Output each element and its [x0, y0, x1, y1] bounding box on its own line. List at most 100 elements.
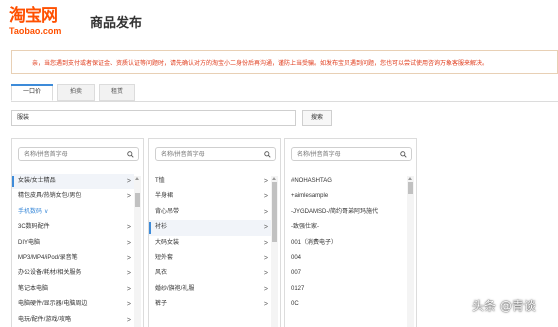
list-item-label: MP3/MP4/iPod/录音笔	[18, 254, 78, 261]
list-item-label: 0127	[291, 285, 305, 292]
search-icon	[127, 151, 134, 158]
list-item-label: DIY电脑	[18, 239, 41, 246]
list-item[interactable]: #NOHASHTAG	[285, 174, 407, 189]
tab-fixed-price[interactable]: 一口价	[11, 84, 53, 101]
list-item[interactable]: 001（消费电子）	[285, 236, 407, 251]
list-item[interactable]: -JYGDAMSD-/简约哥弟阿玛施代	[285, 205, 407, 220]
category-search-input[interactable]: 服装	[11, 110, 296, 126]
list-item-label: 电玩/配件/游戏/攻略	[18, 316, 72, 323]
list-item[interactable]: DIY电脑 >	[12, 236, 134, 251]
filter-input[interactable]	[297, 149, 397, 160]
list-item-label: 裤子	[155, 301, 168, 308]
chevron-right-icon: >	[126, 270, 131, 278]
chevron-right-icon: >	[126, 193, 131, 201]
list-item[interactable]: 004	[285, 251, 407, 266]
list-item[interactable]: -致强仕家-	[285, 220, 407, 235]
chevron-right-icon: >	[126, 254, 131, 262]
scroll-up-icon[interactable]	[408, 177, 412, 180]
list-item[interactable]: 大码女装 >	[149, 236, 271, 251]
list-item-label: 电脑硬件/显示器/电脑周边	[18, 301, 88, 308]
list-item-label: 001（消费电子）	[291, 239, 338, 246]
filter-box[interactable]	[291, 147, 412, 161]
list-item[interactable]: T恤 >	[149, 174, 271, 189]
list-item-label: 0C	[291, 301, 299, 308]
list-item-label: 精包皮具/热销女包/男包	[18, 193, 82, 200]
search-icon	[400, 151, 407, 158]
list-item-label: 短外套	[155, 254, 174, 261]
list-item[interactable]: 办公设备/耗材/相关服务 >	[12, 266, 134, 281]
tab-rental[interactable]: 租赁	[99, 84, 135, 101]
list-item[interactable]: 风衣 >	[149, 266, 271, 281]
scrollbar-thumb[interactable]	[408, 182, 413, 194]
chevron-right-icon: >	[263, 270, 268, 278]
list-item[interactable]: +aimlesample	[285, 189, 407, 204]
list-item[interactable]: 裤子 >	[149, 297, 271, 312]
chevron-right-icon: >	[263, 208, 268, 216]
filter-input[interactable]	[24, 149, 124, 160]
filter-box[interactable]	[155, 147, 276, 161]
list-item-label: 女装/女士精品	[18, 178, 56, 184]
page-header: 淘宝网 Taobao.com 商品发布	[0, 0, 558, 46]
list-item[interactable]: 衬衫 >	[149, 220, 271, 236]
list-item-label: 004	[291, 254, 302, 261]
scrollbar[interactable]	[134, 176, 141, 327]
scroll-up-icon[interactable]	[272, 177, 276, 180]
list-item[interactable]: 电玩/配件/游戏/攻略 >	[12, 313, 134, 327]
list-item[interactable]: 0C	[285, 297, 407, 312]
list-item-label: 半身裙	[155, 193, 174, 200]
list-item[interactable]: 半身裙 >	[149, 189, 271, 204]
list-item-label: 007	[291, 270, 302, 277]
tab-auction[interactable]: 拍卖	[57, 84, 95, 101]
list-item-label: +aimlesample	[291, 193, 329, 200]
notice-text: 亲，当您遇到支付或者保证金、资质认证等问题时，请先确认对方的淘宝小二身份后再沟通…	[32, 61, 489, 67]
scrollbar-thumb[interactable]	[272, 182, 277, 242]
warning-notice: 亲，当您遇到支付或者保证金、资质认证等问题时，请先确认对方的淘宝小二身份后再沟通…	[11, 50, 558, 74]
category-panel-level1: 女装/女士精品 > 精包皮具/热销女包/男包 > 手机数码∨ 3C数码配件 > DIY…	[11, 138, 144, 327]
list-item[interactable]: 女装/女士精品 >	[12, 174, 134, 190]
scroll-up-icon[interactable]	[135, 177, 139, 180]
watermark-text: 头条 @青谈	[472, 299, 536, 313]
scrollbar[interactable]	[271, 176, 278, 327]
list-item[interactable]: 3C数码配件 >	[12, 220, 134, 235]
list-item-label: 大码女装	[155, 239, 180, 246]
list-item-label: -致强仕家-	[291, 224, 319, 231]
logo-chinese: 淘宝网	[9, 6, 58, 26]
scrollbar[interactable]	[407, 176, 414, 327]
search-button[interactable]: 搜索	[302, 110, 332, 126]
list-item[interactable]: 0127	[285, 282, 407, 297]
list-item-label: 笔记本电脑	[18, 285, 49, 292]
chevron-right-icon: >	[263, 224, 268, 232]
chevron-right-icon: >	[263, 254, 268, 262]
brand-list: #NOHASHTAG +aimlesample -JYGDAMSD-/简约哥弟阿…	[285, 174, 407, 313]
category-list: T恤 > 半身裙 > 背心吊带 > 衬衫 > 大码女装 > 短外套 > 风衣 > 婚纱/旗袍/…	[149, 174, 271, 313]
list-item-label: 婚纱/旗袍/礼服	[155, 285, 195, 292]
chevron-right-icon: >	[263, 178, 268, 185]
search-icon	[264, 151, 271, 158]
chevron-right-icon: >	[126, 285, 131, 293]
chevron-down-icon: ∨	[44, 208, 49, 215]
list-item[interactable]: 笔记本电脑 >	[12, 282, 134, 297]
list-item-label: 背心吊带	[155, 208, 180, 215]
list-group-header[interactable]: 手机数码 ∨	[12, 205, 134, 220]
filter-input[interactable]	[161, 149, 261, 160]
filter-box[interactable]	[18, 147, 139, 161]
category-panel-level2: T恤 > 半身裙 > 背心吊带 > 衬衫 > 大码女装 > 短外套 > 风衣 > 婚纱/旗袍/…	[148, 138, 281, 327]
list-item[interactable]: 婚纱/旗袍/礼服 >	[149, 282, 271, 297]
list-item[interactable]: 电脑硬件/显示器/电脑周边 >	[12, 297, 134, 312]
list-item-label: 办公设备/耗材/相关服务	[18, 270, 82, 277]
chevron-right-icon: >	[126, 239, 131, 247]
tabs-divider	[11, 101, 558, 102]
list-item[interactable]: MP3/MP4/iPod/录音笔 >	[12, 251, 134, 266]
logo-english: Taobao.com	[9, 26, 62, 36]
scrollbar-thumb[interactable]	[135, 193, 140, 207]
taobao-logo[interactable]: 淘宝网 Taobao.com	[9, 7, 81, 41]
list-item-label: #NOHASHTAG	[291, 178, 332, 184]
list-item-label: T恤	[155, 178, 165, 184]
list-item[interactable]: 007	[285, 266, 407, 281]
brand-panel-level3: #NOHASHTAG +aimlesample -JYGDAMSD-/简约哥弟阿…	[284, 138, 417, 327]
list-item[interactable]: 短外套 >	[149, 251, 271, 266]
list-item-label: -JYGDAMSD-/简约哥弟阿玛施代	[291, 208, 379, 215]
list-item[interactable]: 背心吊带 >	[149, 205, 271, 220]
list-item[interactable]: 精包皮具/热销女包/男包 >	[12, 189, 134, 204]
chevron-right-icon: >	[263, 301, 268, 309]
